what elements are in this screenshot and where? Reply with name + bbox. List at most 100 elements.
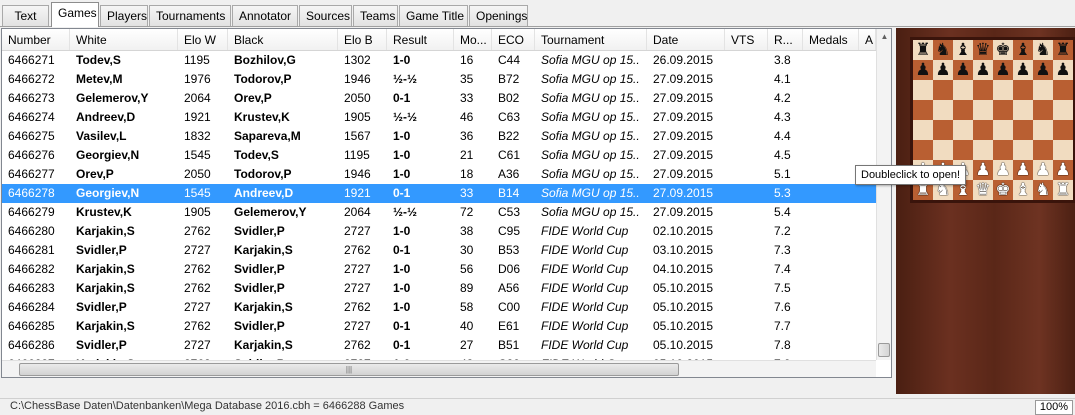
table-cell: 27.09.2015 (653, 72, 714, 86)
table-row[interactable]: 6466271 Todev,S 1195 Bozhilov,G 1302 1-0 16 C44… (2, 51, 876, 70)
table-row[interactable]: 6466272 Metev,M 1976 Todorov,P 1946 ½-½ 35 B72 S… (2, 70, 876, 89)
table-row[interactable]: 6466276 Georgiev,N 1545 Todev,S 1195 1-0 21 C61… (2, 146, 876, 165)
table-cell: 2727 (184, 243, 211, 257)
table-cell: 1302 (344, 53, 371, 67)
tab-text[interactable]: Text (2, 5, 49, 26)
tab-games[interactable]: Games (51, 2, 99, 27)
table-cell: 1-0 (393, 167, 411, 181)
table-cell: 7.7 (774, 319, 791, 333)
vertical-scrollbar[interactable]: ▲ ▼ (876, 29, 891, 360)
horizontal-scrollbar[interactable]: ||| (2, 360, 876, 377)
board-square (993, 100, 1013, 120)
table-cell: B51 (498, 338, 520, 352)
column-header[interactable]: Mo... (454, 29, 492, 50)
table-cell: 4.1 (774, 72, 791, 86)
table-row[interactable]: 6466278 Georgiev,N 1545 Andreev,D 1921 0-1 33 B… (2, 184, 876, 203)
table-row[interactable]: 6466280 Karjakin,S 2762 Svidler,P 2727 1-0 38 C… (2, 222, 876, 241)
table-cell (803, 279, 859, 298)
table-row[interactable]: 6466285 Karjakin,S 2762 Svidler,P 2727 0-1 40 E… (2, 317, 876, 336)
table-cell: Karjakin,S (76, 281, 135, 295)
table-cell: 1-0 (393, 300, 411, 314)
black-knight-icon: ♞ (1035, 40, 1051, 60)
table-cell: Krustev,K (234, 110, 290, 124)
table-cell: 40 (460, 319, 474, 333)
table-cell (725, 70, 768, 89)
scroll-up-icon[interactable]: ▲ (877, 29, 891, 44)
table-cell: Orev,P (76, 167, 114, 181)
column-header[interactable]: ECO (492, 29, 535, 50)
table-row[interactable]: 6466286 Svidler,P 2727 Karjakin,S 2762 0-1 27 B… (2, 336, 876, 355)
table-cell: Sofia MGU op 15.. (541, 129, 640, 143)
table-row[interactable]: 6466281 Svidler,P 2727 Karjakin,S 2762 0-1 30 B… (2, 241, 876, 260)
tab-sources[interactable]: Sources (299, 5, 352, 26)
table-cell: Svidler,P (76, 243, 127, 257)
column-header[interactable]: Elo W (178, 29, 228, 50)
column-header[interactable]: White (70, 29, 178, 50)
horizontal-scroll-thumb[interactable]: ||| (19, 363, 679, 376)
board-square (1033, 100, 1053, 120)
tab-players[interactable]: Players (100, 5, 148, 26)
table-cell: 27.09.2015 (653, 148, 714, 162)
table-cell: 1567 (344, 129, 371, 143)
table-row[interactable]: 6466284 Svidler,P 2727 Karjakin,S 2762 1-0 58 C… (2, 298, 876, 317)
vertical-scroll-thumb[interactable] (878, 343, 890, 357)
table-cell: Gelemerov,Y (234, 205, 307, 219)
tab-teams[interactable]: Teams (353, 5, 398, 26)
table-cell: 18 (460, 167, 474, 181)
table-row[interactable]: 6466273 Gelemerov,Y 2064 Orev,P 2050 0-1 33 B02… (2, 89, 876, 108)
tooltip: Doubleclick to open! (855, 165, 967, 185)
table-row[interactable]: 6466275 Vasilev,L 1832 Sapareva,M 1567 1-0 36 B… (2, 127, 876, 146)
column-header[interactable]: Date (647, 29, 725, 50)
white-bishop-icon: ♝ (1015, 180, 1031, 200)
table-cell: Karjakin,S (76, 262, 135, 276)
table-cell: 6466278 (8, 186, 55, 200)
table-cell: Sofia MGU op 15.. (541, 186, 640, 200)
table-cell: 2727 (184, 300, 211, 314)
board-square (973, 120, 993, 140)
tab-tournaments[interactable]: Tournaments (149, 5, 231, 26)
column-header[interactable]: R... (768, 29, 803, 50)
board-square (993, 120, 1013, 140)
table-cell: Sapareva,M (234, 129, 301, 143)
tab-openings[interactable]: Openings (469, 5, 528, 26)
table-cell: Todev,S (76, 53, 121, 67)
black-bishop-icon: ♝ (955, 40, 971, 60)
tab-annotator[interactable]: Annotator (232, 5, 298, 26)
column-header[interactable]: Black (228, 29, 338, 50)
table-cell (725, 298, 768, 317)
tab-game-title[interactable]: Game Title (399, 5, 468, 26)
table-cell: 1-0 (393, 262, 411, 276)
board-square (953, 140, 973, 160)
column-header[interactable]: VTS (725, 29, 768, 50)
column-header[interactable]: Result (387, 29, 454, 50)
table-cell: 2050 (344, 91, 371, 105)
table-row[interactable]: 6466282 Karjakin,S 2762 Svidler,P 2727 1-0 56 D… (2, 260, 876, 279)
table-cell: 27.09.2015 (653, 186, 714, 200)
table-cell: 4.2 (774, 91, 791, 105)
table-cell: 2762 (184, 319, 211, 333)
table-cell: 6466280 (8, 224, 55, 238)
games-list[interactable]: Number White Elo W Black Elo B Result Mo... ECO… (1, 28, 892, 378)
table-cell: D06 (498, 262, 521, 276)
column-header[interactable]: Elo B (338, 29, 387, 50)
table-cell: ½-½ (393, 72, 418, 86)
table-cell: Svidler,P (234, 224, 285, 238)
table-cell: B02 (498, 91, 520, 105)
table-cell: C00 (498, 300, 521, 314)
board-square (913, 140, 933, 160)
column-header[interactable]: Tournament (535, 29, 647, 50)
column-header[interactable]: A (859, 29, 876, 50)
table-row[interactable]: 6466274 Andreev,D 1921 Krustev,K 1905 ½-½ 46 C6… (2, 108, 876, 127)
table-cell: 2762 (184, 224, 211, 238)
table-row[interactable]: 6466277 Orev,P 2050 Todorov,P 1946 1-0 18 A36 So… (2, 165, 876, 184)
column-header[interactable]: Number (2, 29, 70, 50)
table-row[interactable]: 6466279 Krustev,K 1905 Gelemerov,Y 2064 ½-½ 72… (2, 203, 876, 222)
table-cell: 21 (460, 148, 474, 162)
column-header[interactable]: Medals (803, 29, 859, 50)
table-cell: 33 (460, 186, 474, 200)
table-cell (803, 317, 859, 336)
table-cell: Georgiev,N (76, 148, 140, 162)
table-cell (725, 260, 768, 279)
table-row[interactable]: 6466283 Karjakin,S 2762 Svidler,P 2727 1-0 89 A… (2, 279, 876, 298)
table-cell: 30 (460, 243, 474, 257)
